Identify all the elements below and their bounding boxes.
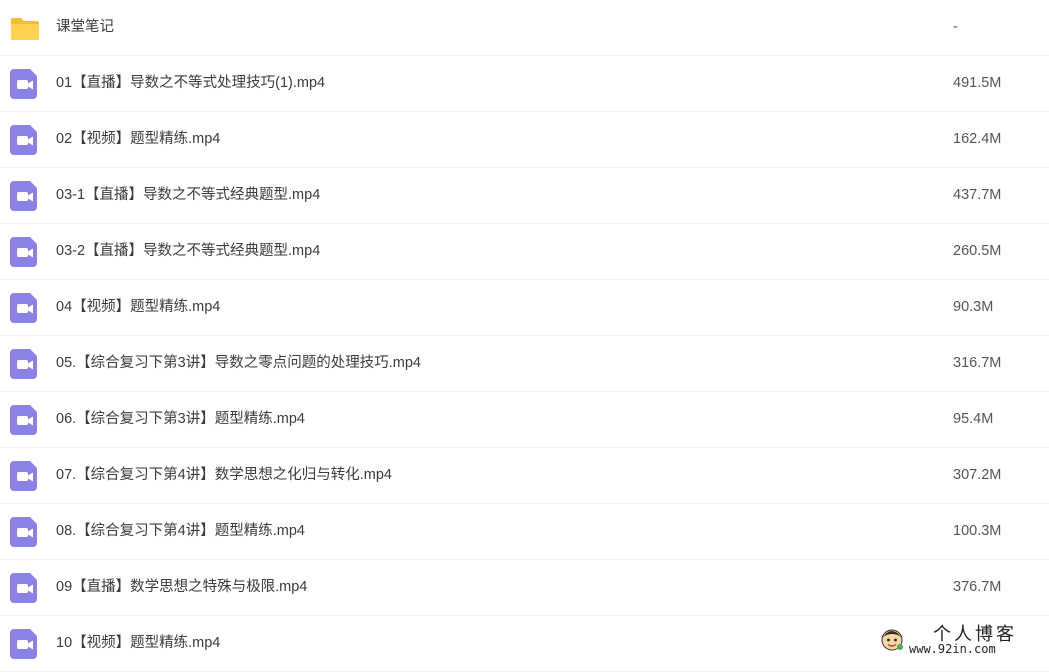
cartoon-face-icon <box>879 626 905 652</box>
file-name: 09【直播】数学思想之特殊与极限.mp4 <box>56 579 308 595</box>
file-size: 100.3M <box>953 523 1002 539</box>
video-file-icon <box>10 573 40 603</box>
file-name: 05.【综合复习下第3讲】导数之零点问题的处理技巧.mp4 <box>56 355 421 371</box>
file-row[interactable]: 05.【综合复习下第3讲】导数之零点问题的处理技巧.mp4 316.7M <box>0 336 1049 392</box>
folder-icon <box>10 13 40 43</box>
video-file-icon <box>10 293 40 323</box>
file-size: 307.2M <box>953 467 1002 483</box>
video-file-icon <box>10 405 40 435</box>
file-name: 课堂笔记 <box>56 19 114 35</box>
watermark-url: www.92in.com <box>909 642 996 656</box>
file-row-notes-folder[interactable]: 课堂笔记 - <box>0 0 1049 56</box>
blog-watermark: 个人博客 www.92in.com <box>875 620 1035 660</box>
video-file-icon <box>10 181 40 211</box>
video-file-icon <box>10 349 40 379</box>
video-file-icon <box>10 517 40 547</box>
file-size: 316.7M <box>953 355 1002 371</box>
file-size: 437.7M <box>953 187 1002 203</box>
video-file-icon <box>10 237 40 267</box>
video-file-icon <box>10 69 40 99</box>
video-file-icon <box>10 461 40 491</box>
file-size: 491.5M <box>953 75 1002 91</box>
file-row[interactable]: 02【视频】题型精练.mp4 162.4M <box>0 112 1049 168</box>
file-name: 08.【综合复习下第4讲】题型精练.mp4 <box>56 523 305 539</box>
file-size: 260.5M <box>953 243 1002 259</box>
file-name: 02【视频】题型精练.mp4 <box>56 131 221 147</box>
file-size: 95.4M <box>953 411 994 427</box>
file-size: 376.7M <box>953 579 1002 595</box>
file-name: 03-1【直播】导数之不等式经典题型.mp4 <box>56 187 321 203</box>
file-name: 10【视频】题型精练.mp4 <box>56 635 221 651</box>
file-size: 90.3M <box>953 299 994 315</box>
file-size: - <box>953 19 958 35</box>
file-name: 07.【综合复习下第4讲】数学思想之化归与转化.mp4 <box>56 467 392 483</box>
video-file-icon <box>10 629 40 659</box>
file-row[interactable]: 04【视频】题型精练.mp4 90.3M <box>0 280 1049 336</box>
file-size: 162.4M <box>953 131 1002 147</box>
file-name: 01【直播】导数之不等式处理技巧(1).mp4 <box>56 75 326 91</box>
file-name: 03-2【直播】导数之不等式经典题型.mp4 <box>56 243 321 259</box>
video-file-icon <box>10 125 40 155</box>
file-row[interactable]: 06.【综合复习下第3讲】题型精练.mp4 95.4M <box>0 392 1049 448</box>
file-row[interactable]: 07.【综合复习下第4讲】数学思想之化归与转化.mp4 307.2M <box>0 448 1049 504</box>
file-row[interactable]: 03-1【直播】导数之不等式经典题型.mp4 437.7M <box>0 168 1049 224</box>
file-row[interactable]: 08.【综合复习下第4讲】题型精练.mp4 100.3M <box>0 504 1049 560</box>
file-row[interactable]: 09【直播】数学思想之特殊与极限.mp4 376.7M <box>0 560 1049 616</box>
file-name: 04【视频】题型精练.mp4 <box>56 299 221 315</box>
file-row[interactable]: 03-2【直播】导数之不等式经典题型.mp4 260.5M <box>0 224 1049 280</box>
file-list: 课堂笔记 - 01【直播】导数之不等式处理技巧(1).mp4 491.5M 02… <box>0 0 1049 672</box>
file-row[interactable]: 01【直播】导数之不等式处理技巧(1).mp4 491.5M <box>0 56 1049 112</box>
file-name: 06.【综合复习下第3讲】题型精练.mp4 <box>56 411 305 427</box>
